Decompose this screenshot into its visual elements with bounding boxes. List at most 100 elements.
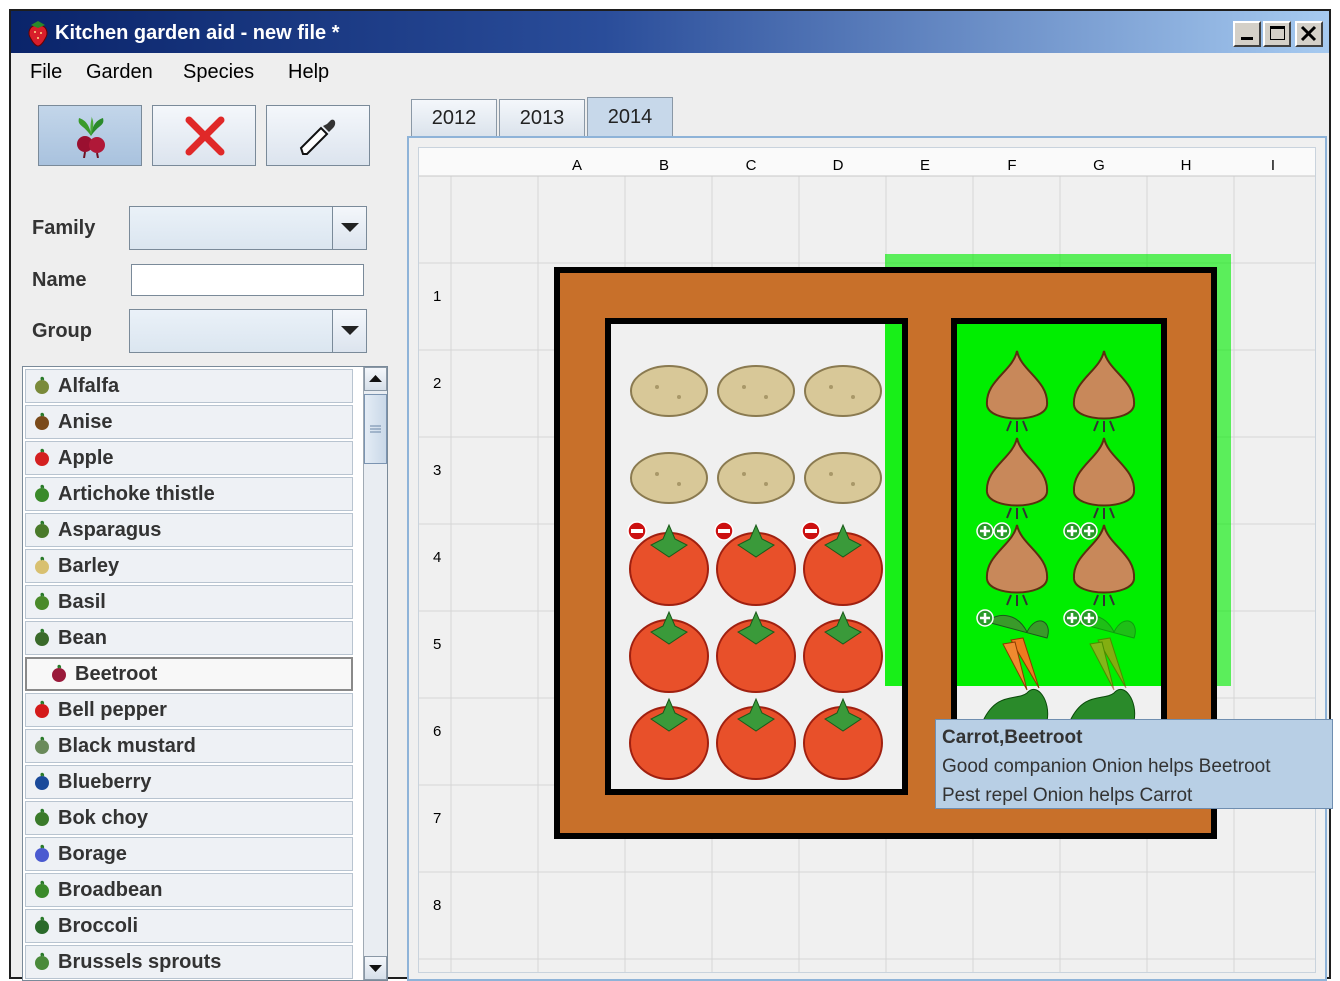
plant-tool-button[interactable] [38, 105, 142, 166]
species-list[interactable]: Alfalfa Anise Apple Artichoke thistle Aspara… [22, 366, 388, 981]
scroll-down-button[interactable] [364, 956, 387, 980]
tab-2014[interactable]: 2014 [587, 97, 673, 137]
column-label: G [1093, 157, 1105, 174]
tooltip-line-1: Good companion Onion helps Beetroot [942, 756, 1271, 777]
row-label: 4 [433, 549, 442, 566]
menu-species[interactable]: Species [183, 61, 254, 84]
tab-2013[interactable]: 2013 [499, 99, 585, 136]
group-combo[interactable] [129, 309, 367, 353]
name-label: Name [32, 269, 87, 291]
minimize-icon [1241, 37, 1253, 40]
scroll-thumb[interactable] [364, 394, 387, 464]
minus-badge-icon [714, 521, 734, 541]
plus-badge-icon [1063, 609, 1081, 627]
row-label: 2 [433, 375, 442, 392]
plus-badge-icon [1063, 522, 1081, 540]
species-item[interactable]: Asparagus [25, 513, 353, 547]
potato-icon [717, 365, 795, 417]
menu-garden[interactable]: Garden [86, 61, 153, 84]
species-item[interactable]: Barley [25, 549, 353, 583]
chevron-down-icon[interactable] [332, 207, 366, 249]
garden-panel: 2012 2013 2014 A B C D E F G H I 1 2 3 4… [407, 93, 1329, 981]
species-item[interactable]: Blueberry [25, 765, 353, 799]
species-label: Artichoke thistle [58, 482, 215, 505]
eyedropper-icon [299, 119, 336, 155]
species-item[interactable]: Broadbean [25, 873, 353, 907]
row-label: 7 [433, 810, 442, 827]
scroll-up-button[interactable] [364, 367, 387, 391]
species-item[interactable]: Alfalfa [25, 369, 353, 403]
species-item[interactable]: Beetroot [25, 657, 353, 691]
potato-icon [630, 452, 708, 504]
species-scrollbar[interactable] [363, 367, 387, 980]
minimize-button[interactable] [1233, 21, 1261, 47]
anise-icon [32, 412, 52, 432]
species-items: Alfalfa Anise Apple Artichoke thistle Aspara… [25, 369, 353, 980]
close-icon [1300, 25, 1317, 42]
potato-icon [717, 452, 795, 504]
species-label: Alfalfa [58, 374, 120, 397]
species-label: Bean [58, 626, 107, 649]
species-label: Broadbean [58, 878, 163, 901]
apple-icon [32, 448, 52, 468]
species-item[interactable]: Brussels sprouts [25, 945, 353, 979]
tab-2012[interactable]: 2012 [411, 99, 497, 136]
strawberry-icon [28, 21, 48, 47]
species-label: Barley [58, 554, 120, 577]
column-label: C [745, 157, 757, 174]
bean-icon [32, 628, 52, 648]
garden-grid[interactable]: A B C D E F G H I 1 2 3 4 5 6 7 8 [418, 147, 1316, 973]
species-item[interactable]: Artichoke thistle [25, 477, 353, 511]
species-item[interactable]: Apple [25, 441, 353, 475]
potato-icon [804, 365, 882, 417]
maximize-button[interactable] [1263, 21, 1291, 47]
species-label: Bok choy [58, 806, 149, 829]
menu-bar: File Garden Species Help [11, 53, 1329, 93]
picker-tool-button[interactable] [266, 105, 370, 166]
species-item[interactable]: Bean [25, 621, 353, 655]
barley-icon [32, 556, 52, 576]
close-button[interactable] [1295, 21, 1323, 47]
column-label: A [571, 157, 582, 174]
menu-help[interactable]: Help [288, 61, 329, 84]
garden-canvas[interactable] [419, 148, 1316, 973]
species-item[interactable]: Black mustard [25, 729, 353, 763]
species-item[interactable]: Bell pepper [25, 693, 353, 727]
species-label: Blueberry [58, 770, 152, 793]
row-label: 3 [433, 462, 442, 479]
column-label: E [919, 157, 930, 174]
companion-tooltip: Carrot,Beetroot Good companion Onion hel… [935, 719, 1333, 809]
species-label: Anise [58, 410, 113, 433]
menu-file[interactable]: File [30, 61, 62, 84]
basil-icon [32, 592, 52, 612]
group-label: Group [32, 320, 92, 342]
red-x-icon [185, 116, 225, 156]
borage-icon [32, 844, 52, 864]
chevron-down-icon[interactable] [332, 310, 366, 352]
plus-badge-icon [1080, 609, 1098, 627]
row-label: 8 [433, 897, 442, 914]
species-label: Apple [58, 446, 114, 469]
name-input[interactable] [131, 264, 364, 296]
delete-tool-button[interactable] [152, 105, 256, 166]
species-item[interactable]: Anise [25, 405, 353, 439]
species-item[interactable]: Basil [25, 585, 353, 619]
plus-badge-icon [993, 522, 1011, 540]
species-item[interactable]: Bok choy [25, 801, 353, 835]
species-item[interactable]: Broccoli [25, 909, 353, 943]
blueberry-icon [32, 772, 52, 792]
species-label: Bell pepper [58, 698, 167, 721]
row-label: 6 [433, 723, 442, 740]
alfalfa-icon [32, 376, 52, 396]
potato-icon [630, 365, 708, 417]
row-label: 1 [433, 288, 442, 305]
family-combo[interactable] [129, 206, 367, 250]
bok-choy-icon [32, 808, 52, 828]
species-label: Beetroot [75, 662, 158, 685]
title-bar[interactable]: Kitchen garden aid - new file * [11, 11, 1329, 53]
species-item[interactable]: Borage [25, 837, 353, 871]
companion-strip [885, 324, 902, 686]
species-label: Asparagus [58, 518, 162, 541]
plus-badge-icon [976, 522, 994, 540]
species-label: Basil [58, 590, 106, 613]
